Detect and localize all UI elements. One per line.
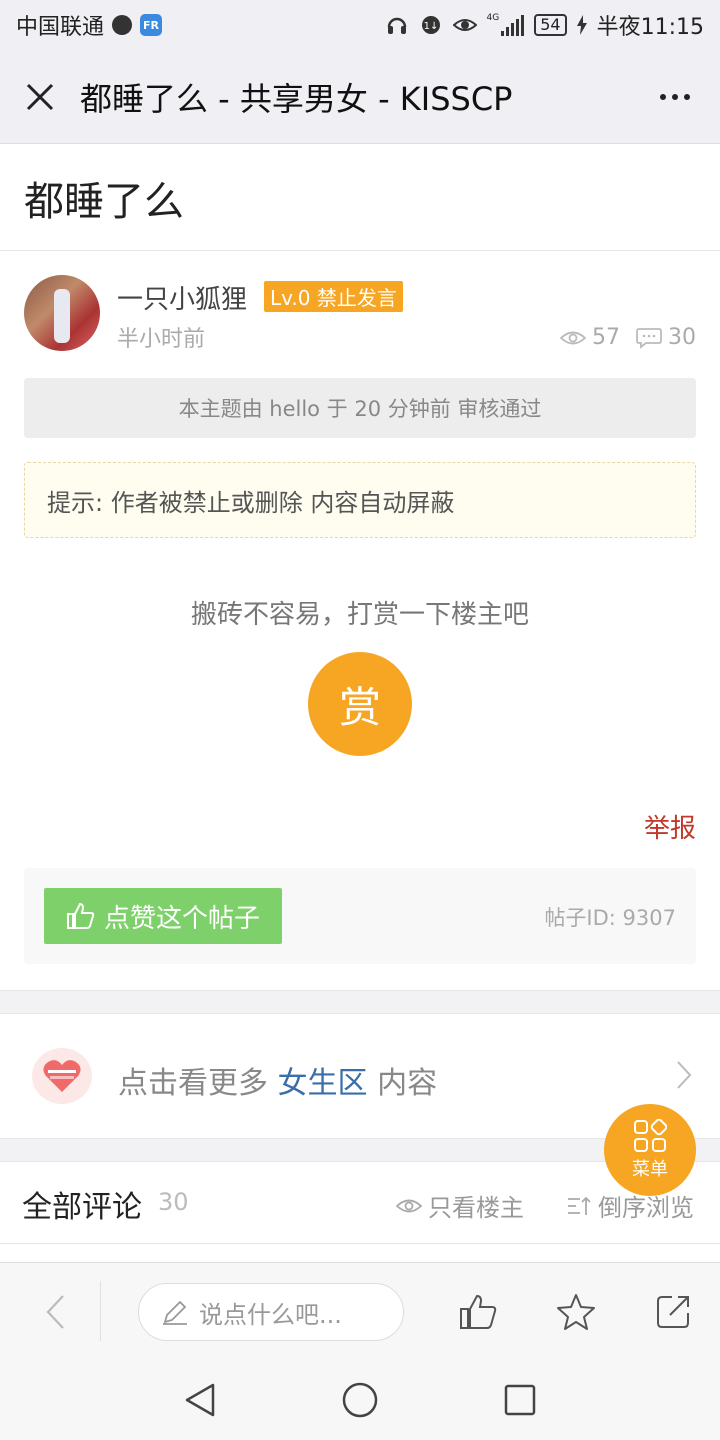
eye-icon [396,1199,422,1212]
post-time: 半小时前 [117,327,206,352]
like-post-button[interactable]: 点赞这个帖子 [44,888,282,944]
close-icon [26,83,54,110]
like-button-label: 点赞这个帖子 [103,903,260,934]
square-recents-icon [504,1384,536,1416]
views-count: 57 [592,325,620,350]
author-only-toggle[interactable]: 只看楼主 [396,1188,524,1223]
like-toolbar-button[interactable] [453,1285,503,1339]
like-box: 点赞这个帖子 帖子ID: 9307 [24,868,696,964]
comments-stat: 30 [636,325,696,350]
title-bar: 都睡了么 - 共享男女 - KISSCP [0,50,720,144]
menu-label: 菜单 [632,1159,668,1180]
thumbs-up-icon [460,1294,497,1329]
thumbs-up-icon [66,902,95,929]
comment-placeholder: 说点什么吧... [199,1300,342,1329]
status-bar: 中国联通 FR 1↓ 4G 54 半夜11:15 [0,0,720,50]
page-title: 都睡了么 - 共享男女 - KISSCP [80,79,513,118]
comment-input[interactable]: 说点什么吧... [138,1283,404,1341]
nav-recents-button[interactable] [498,1378,542,1422]
reward-prompt: 搬砖不容易，打赏一下楼主吧 [190,600,529,630]
speed-icon: 1↓ [419,13,443,37]
reverse-order-toggle[interactable]: 倒序浏览 [566,1188,694,1223]
sort-icon [568,1196,591,1215]
network-type-label: 4G [486,13,500,23]
pencil-icon [163,1300,187,1325]
svg-text:1↓: 1↓ [423,21,438,32]
views-stat: 57 [560,325,620,350]
more-content-text: 点击看更多 女生区 内容 [118,1058,437,1102]
eye-icon [452,13,477,37]
eye-icon [560,331,586,344]
headset-icon [385,13,409,37]
globe-icon [112,15,133,35]
battery-indicator: 54 [534,14,567,36]
reward-button[interactable]: 赏 [308,652,412,756]
more-content-link[interactable]: 点击看更多 女生区 内容 [0,1014,720,1138]
section-name: 女生区 [277,1066,368,1101]
clock: 半夜11:15 [596,15,704,40]
signal-icon: 4G [487,14,525,36]
author-only-label: 只看楼主 [428,1194,524,1222]
more-prefix: 点击看更多 [118,1066,268,1101]
back-button[interactable] [30,1285,80,1339]
post-id: 帖子ID: 9307 [544,906,676,930]
more-options-button[interactable] [630,50,720,144]
nav-back-button[interactable] [178,1378,222,1422]
heart-icon [32,1048,92,1104]
more-suffix: 内容 [377,1066,438,1101]
comments-count: 30 [668,325,696,350]
author-name[interactable]: 一只小狐狸 [117,279,247,316]
grid-menu-icon [634,1119,667,1152]
blocked-content-tip: 提示: 作者被禁止或删除 内容自动屏蔽 [24,462,696,538]
chevron-right-icon [676,1060,692,1094]
carrier-label: 中国联通 [16,15,105,40]
review-notice: 本主题由 hello 于 20 分钟前 审核通过 [24,378,696,438]
triangle-back-icon [185,1383,215,1417]
post-title: 都睡了么 [0,145,720,251]
comments-total: 30 [158,1188,189,1216]
avatar[interactable] [24,275,100,351]
level-badge: Lv.0 禁止发言 [264,281,403,312]
close-button[interactable] [0,50,80,144]
system-nav-bar [0,1360,720,1440]
nav-home-button[interactable] [338,1378,382,1422]
report-link[interactable]: 举报 [644,808,696,845]
section-divider [0,990,720,1014]
chevron-left-icon [46,1295,64,1329]
bottom-toolbar: 说点什么吧... [0,1262,720,1360]
favorite-button[interactable] [551,1285,601,1339]
share-button[interactable] [649,1285,699,1339]
author-block: 一只小狐狸 Lv.0 禁止发言 半小时前 57 30 [24,275,696,355]
circle-home-icon [342,1382,378,1418]
star-icon [557,1294,595,1330]
comment-bubble-icon [636,327,662,349]
post-stats: 57 30 [560,325,696,350]
comments-label: 全部评论 [22,1190,142,1225]
share-icon [657,1296,689,1328]
fr-app-icon: FR [140,14,163,36]
toolbar-divider [100,1281,101,1341]
charging-icon [576,13,587,37]
menu-fab[interactable]: 菜单 [604,1104,696,1196]
more-dots-icon [660,93,666,100]
